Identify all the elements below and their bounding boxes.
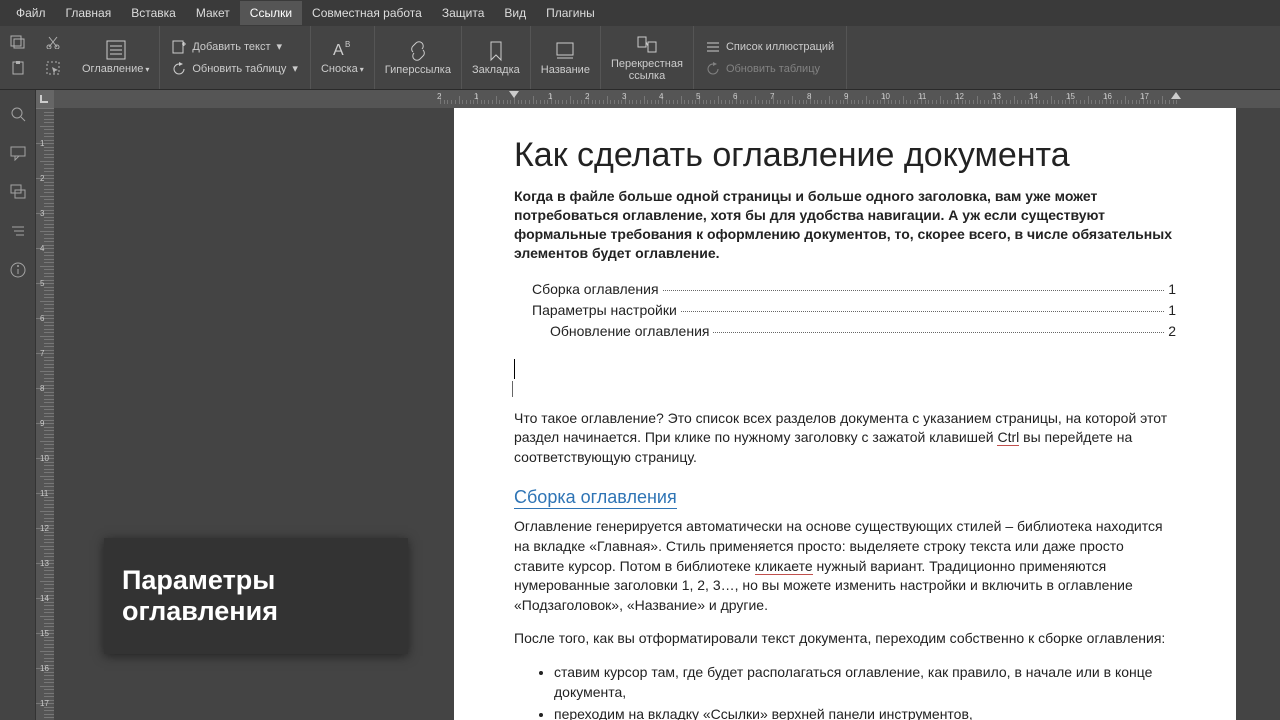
hyperlink-label: Гиперссылка bbox=[385, 64, 451, 76]
text-cursor bbox=[514, 369, 1176, 409]
toc-button[interactable]: Оглавление▾ bbox=[72, 26, 160, 89]
update-table-label: Обновить таблицу bbox=[192, 63, 286, 75]
toc-button-label: Оглавление bbox=[82, 63, 143, 75]
toc-leader bbox=[663, 290, 1165, 291]
select-icon[interactable] bbox=[46, 61, 62, 80]
link-text: кликаете bbox=[755, 558, 813, 575]
tab-stop-icon[interactable] bbox=[36, 90, 54, 108]
overlay-caption-text: Параметры оглавления bbox=[122, 565, 390, 627]
footnote-label: Сноска bbox=[321, 63, 358, 75]
bookmark-label: Закладка bbox=[472, 64, 520, 76]
hyperlink-button[interactable]: Гиперссылка bbox=[375, 26, 462, 89]
crossref-label: Перекрестная ссылка bbox=[611, 58, 683, 82]
menu-protect[interactable]: Защита bbox=[432, 1, 495, 25]
toc-row[interactable]: Обновление оглавления 2 bbox=[532, 323, 1176, 339]
toc-row[interactable]: Сборка оглавления 1 bbox=[532, 281, 1176, 297]
ribbon: Оглавление▾ Добавить текст▾ Обновить таб… bbox=[0, 26, 1280, 90]
menu-references[interactable]: Ссылки bbox=[240, 1, 302, 25]
body-paragraph: Оглавление генерируется автоматически на… bbox=[514, 517, 1176, 615]
update-table-button[interactable]: Обновить таблицу▾ bbox=[172, 62, 298, 76]
menu-home[interactable]: Главная bbox=[56, 1, 122, 25]
search-icon[interactable] bbox=[10, 106, 26, 127]
toc-item-title: Параметры настройки bbox=[532, 302, 677, 318]
menu-insert[interactable]: Вставка bbox=[121, 1, 186, 25]
chat-icon[interactable] bbox=[10, 184, 26, 205]
toc-leader bbox=[713, 332, 1164, 333]
table-of-contents: Сборка оглавления 1 Параметры настройки … bbox=[532, 281, 1176, 339]
menu-plugins[interactable]: Плагины bbox=[536, 1, 605, 25]
toc-item-page: 1 bbox=[1168, 281, 1176, 297]
ctrl-key-text: Ctrl bbox=[997, 429, 1019, 446]
document-page[interactable]: Как сделать оглавление документа Когда в… bbox=[454, 108, 1236, 720]
svg-text:A: A bbox=[333, 42, 344, 59]
body-paragraph: Что такое оглавление? Это список всех ра… bbox=[514, 409, 1176, 468]
ruler-vertical: 123456789101112131415161718 bbox=[36, 90, 54, 720]
headings-icon[interactable] bbox=[10, 223, 26, 244]
menu-layout[interactable]: Макет bbox=[186, 1, 240, 25]
left-sidebar bbox=[0, 90, 36, 720]
page-title: Как сделать оглавление документа bbox=[514, 136, 1176, 175]
menu-file[interactable]: Файл bbox=[6, 1, 56, 25]
paste-icon[interactable] bbox=[10, 61, 26, 80]
caption-label: Название bbox=[541, 64, 590, 76]
crossref-button[interactable]: Перекрестная ссылка bbox=[601, 26, 694, 89]
bullet-list: ставим курсор там, где будет располагать… bbox=[554, 663, 1176, 720]
toc-item-page: 2 bbox=[1168, 323, 1176, 339]
menu-collab[interactable]: Совместная работа bbox=[302, 1, 432, 25]
add-text-label: Добавить текст bbox=[192, 41, 270, 53]
info-icon[interactable] bbox=[10, 262, 26, 283]
illustrations-list-button[interactable]: Список иллюстраций bbox=[706, 40, 834, 54]
bookmark-button[interactable]: Закладка bbox=[462, 26, 531, 89]
footnote-button[interactable]: AB Сноска▾ bbox=[311, 26, 375, 89]
menu-view[interactable]: Вид bbox=[494, 1, 536, 25]
update-table-disabled-label: Обновить таблицу bbox=[726, 63, 820, 75]
list-item: ставим курсор там, где будет располагать… bbox=[554, 663, 1176, 702]
toc-item-title: Сборка оглавления bbox=[532, 281, 659, 297]
toc-leader bbox=[681, 311, 1164, 312]
caption-button[interactable]: Название bbox=[531, 26, 601, 89]
body-paragraph: После того, как вы отформатировали текст… bbox=[514, 629, 1176, 649]
illustrations-list-label: Список иллюстраций bbox=[726, 41, 834, 53]
section-heading: Сборка оглавления bbox=[514, 487, 677, 509]
update-table-disabled: Обновить таблицу bbox=[706, 62, 834, 76]
menubar: Файл Главная Вставка Макет Ссылки Совмес… bbox=[0, 0, 1280, 26]
toc-item-title: Обновление оглавления bbox=[550, 323, 709, 339]
add-text-button[interactable]: Добавить текст▾ bbox=[172, 40, 298, 54]
copy-icon[interactable] bbox=[10, 35, 26, 54]
cut-icon[interactable] bbox=[46, 35, 62, 54]
comments-icon[interactable] bbox=[10, 145, 26, 166]
intro-paragraph: Когда в файле больше одной страницы и бо… bbox=[514, 187, 1176, 263]
ruler-horizontal: 211234567891011121314151617 bbox=[54, 90, 1280, 108]
toc-item-page: 1 bbox=[1168, 302, 1176, 318]
svg-text:B: B bbox=[345, 40, 350, 49]
overlay-caption: Параметры оглавления bbox=[104, 538, 408, 654]
toc-row[interactable]: Параметры настройки 1 bbox=[532, 302, 1176, 318]
list-item: переходим на вкладку «Ссылки» верхней па… bbox=[554, 705, 1176, 720]
